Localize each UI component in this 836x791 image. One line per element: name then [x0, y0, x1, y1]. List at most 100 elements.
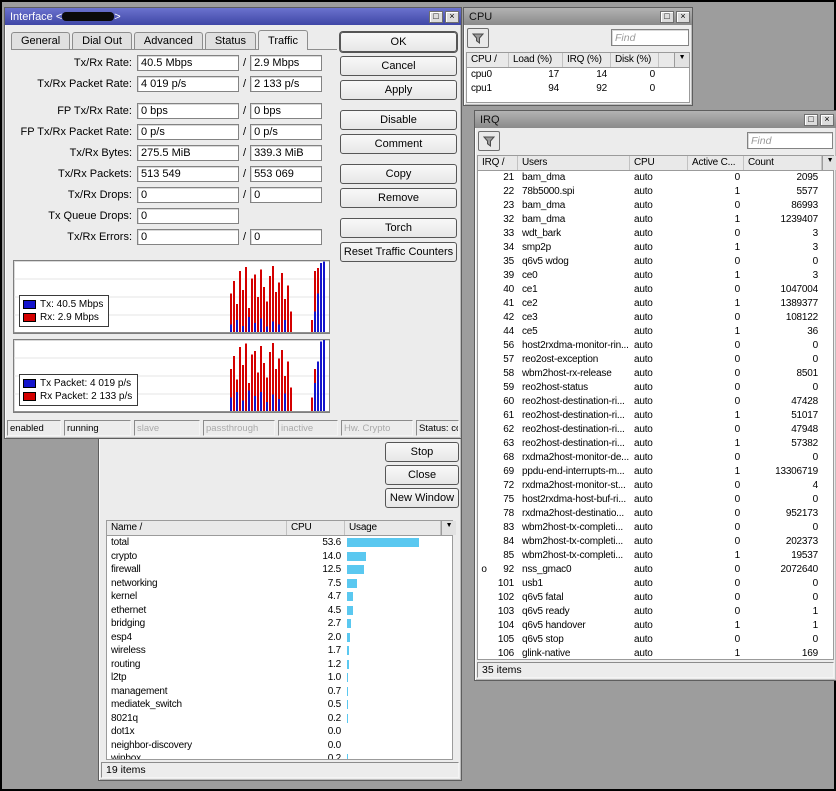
irq-row[interactable]: 34smp2pauto13 [478, 241, 833, 255]
irq-row[interactable]: 62reo2host-destination-ri...auto047948 [478, 423, 833, 437]
profile-row-crypto[interactable]: crypto14.0 [107, 550, 452, 564]
profile-row-l2tp[interactable]: l2tp1.0 [107, 671, 452, 685]
irq-row[interactable]: 40ce1auto01047004 [478, 283, 833, 297]
profile-row-total[interactable]: total53.6 [107, 536, 452, 550]
profile-column-select-button[interactable]: ▼ [441, 521, 456, 535]
field-value-tx-rx-packet-rate-0[interactable]: 4 019 p/s [137, 76, 239, 92]
field-value-tx-rx-packet-rate-1[interactable]: 2 133 p/s [250, 76, 322, 92]
cpu-header-cpu[interactable]: CPU / [467, 53, 509, 67]
field-value-tx-rx-errors-0[interactable]: 0 [137, 229, 239, 245]
new-window-button[interactable]: New Window [385, 488, 459, 508]
field-value-tx-rx-drops-1[interactable]: 0 [250, 187, 322, 203]
profile-row-management[interactable]: management0.7 [107, 685, 452, 699]
maximize-button[interactable]: □ [804, 114, 818, 126]
profile-row-8021q[interactable]: 8021q0.2 [107, 712, 452, 726]
field-value-tx-rx-errors-1[interactable]: 0 [250, 229, 322, 245]
irq-header-users[interactable]: Users [518, 156, 630, 170]
field-value-tx-rx-rate-1[interactable]: 2.9 Mbps [250, 55, 322, 71]
irq-header-cpu[interactable]: CPU [630, 156, 688, 170]
close-button[interactable]: × [676, 11, 690, 23]
stop-button[interactable]: Stop [385, 442, 459, 462]
field-value-tx-rx-bytes-1[interactable]: 339.3 MiB [250, 145, 322, 161]
field-value-fp-tx-rx-packet-rate-0[interactable]: 0 p/s [137, 124, 239, 140]
apply-button[interactable]: Apply [340, 80, 457, 100]
irq-header-irq[interactable]: IRQ / [478, 156, 518, 170]
irq-row[interactable]: 106glink-nativeauto1169 [478, 647, 833, 659]
profile-row-mediatek-switch[interactable]: mediatek_switch0.5 [107, 698, 452, 712]
irq-row[interactable]: 57reo2ost-exceptionauto00 [478, 353, 833, 367]
ok-button[interactable]: OK [340, 32, 457, 52]
irq-row[interactable]: 33wdt_barkauto03 [478, 227, 833, 241]
irq-row[interactable]: 39ce0auto13 [478, 269, 833, 283]
filter-button[interactable] [467, 28, 489, 48]
cpu-column-select-button[interactable]: ▼ [674, 53, 689, 67]
profile-row-networking[interactable]: networking7.5 [107, 577, 452, 591]
irq-row[interactable]: 103q6v5 readyauto01 [478, 605, 833, 619]
irq-row[interactable]: 68rxdma2host-monitor-de...auto00 [478, 451, 833, 465]
cpu-header-disk[interactable]: Disk (%) [611, 53, 659, 67]
field-value-tx-rx-packets-0[interactable]: 513 549 [137, 166, 239, 182]
field-value-tx-queue-drops-0[interactable]: 0 [137, 208, 239, 224]
tab-status[interactable]: Status [205, 32, 256, 49]
maximize-button[interactable]: □ [429, 11, 443, 23]
profile-row-dot1x[interactable]: dot1x0.0 [107, 725, 452, 739]
interface-titlebar[interactable]: Interface <> □ × [5, 8, 461, 25]
irq-row[interactable]: 61reo2host-destination-ri...auto151017 [478, 409, 833, 423]
profile-row-esp4[interactable]: esp42.0 [107, 631, 452, 645]
irq-row[interactable]: 85wbm2host-tx-completi...auto119537 [478, 549, 833, 563]
field-value-tx-rx-drops-0[interactable]: 0 [137, 187, 239, 203]
irq-row[interactable]: 84wbm2host-tx-completi...auto0202373 [478, 535, 833, 549]
irq-header-count[interactable]: Count [744, 156, 822, 170]
field-value-fp-tx-rx-packet-rate-1[interactable]: 0 p/s [250, 124, 322, 140]
irq-header-active-c[interactable]: Active C... [688, 156, 744, 170]
irq-column-select-button[interactable]: ▼ [822, 156, 836, 170]
irq-row[interactable]: 32bam_dmaauto11239407 [478, 213, 833, 227]
cpu-row-cpu0[interactable]: cpu017140 [467, 68, 689, 82]
cpu-header-irq[interactable]: IRQ (%) [563, 53, 611, 67]
maximize-button[interactable]: □ [660, 11, 674, 23]
profile-header-cpu[interactable]: CPU [287, 521, 345, 535]
field-value-fp-tx-rx-rate-0[interactable]: 0 bps [137, 103, 239, 119]
irq-find-input[interactable] [747, 132, 833, 149]
irq-row[interactable]: 2278b5000.spiauto15577 [478, 185, 833, 199]
profile-row-winbox[interactable]: winbox0.2 [107, 752, 452, 759]
profile-row-neighbor-discovery[interactable]: neighbor-discovery0.0 [107, 739, 452, 753]
irq-row[interactable]: 102q6v5 fatalauto00 [478, 591, 833, 605]
irq-row[interactable]: 59reo2host-statusauto00 [478, 381, 833, 395]
close-button[interactable]: Close [385, 465, 459, 485]
remove-button[interactable]: Remove [340, 188, 457, 208]
filter-button[interactable] [478, 131, 500, 151]
irq-row[interactable]: 42ce3auto0108122 [478, 311, 833, 325]
profile-row-ethernet[interactable]: ethernet4.5 [107, 604, 452, 618]
profile-row-wireless[interactable]: wireless1.7 [107, 644, 452, 658]
irq-row[interactable]: 72rxdma2host-monitor-st...auto04 [478, 479, 833, 493]
irq-row[interactable]: 101usb1auto00 [478, 577, 833, 591]
tab-general[interactable]: General [11, 32, 70, 49]
tab-traffic[interactable]: Traffic [258, 30, 308, 50]
disable-button[interactable]: Disable [340, 110, 457, 130]
irq-row[interactable]: 105q6v5 stopauto00 [478, 633, 833, 647]
torch-button[interactable]: Torch [340, 218, 457, 238]
cancel-button[interactable]: Cancel [340, 56, 457, 76]
reset-traffic-counters-button[interactable]: Reset Traffic Counters [340, 242, 457, 262]
close-button[interactable]: × [820, 114, 834, 126]
copy-button[interactable]: Copy [340, 164, 457, 184]
irq-row[interactable]: 21bam_dmaauto02095 [478, 171, 833, 185]
comment-button[interactable]: Comment [340, 134, 457, 154]
irq-row[interactable]: 78rxdma2host-destinatio...auto0952173 [478, 507, 833, 521]
irq-row[interactable]: 41ce2auto11389377 [478, 297, 833, 311]
irq-row[interactable]: 60reo2host-destination-ri...auto047428 [478, 395, 833, 409]
field-value-tx-rx-packets-1[interactable]: 553 069 [250, 166, 322, 182]
field-value-fp-tx-rx-rate-1[interactable]: 0 bps [250, 103, 322, 119]
irq-row[interactable]: 58wbm2host-rx-releaseauto08501 [478, 367, 833, 381]
profile-row-firewall[interactable]: firewall12.5 [107, 563, 452, 577]
irq-row[interactable]: 44ce5auto136 [478, 325, 833, 339]
irq-row[interactable]: o92nss_gmac0auto02072640 [478, 563, 833, 577]
irq-row[interactable]: 69ppdu-end-interrupts-m...auto113306719 [478, 465, 833, 479]
irq-row[interactable]: 35q6v5 wdogauto00 [478, 255, 833, 269]
profile-row-bridging[interactable]: bridging2.7 [107, 617, 452, 631]
profile-row-kernel[interactable]: kernel4.7 [107, 590, 452, 604]
cpu-find-input[interactable] [611, 29, 689, 46]
cpu-header-load[interactable]: Load (%) [509, 53, 563, 67]
irq-row[interactable]: 56host2rxdma-monitor-rin...auto00 [478, 339, 833, 353]
